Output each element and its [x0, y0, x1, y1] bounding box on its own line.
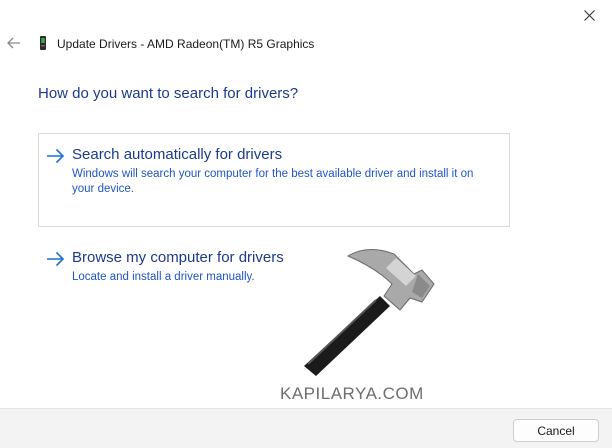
back-button[interactable]	[4, 33, 24, 53]
title-bar	[0, 0, 612, 30]
dialog-footer: Cancel	[0, 408, 612, 448]
window-title: Update Drivers - AMD Radeon(TM) R5 Graph…	[57, 37, 315, 51]
option-description: Windows will search your computer for th…	[72, 168, 474, 195]
graphics-card-icon	[40, 36, 46, 50]
watermark-text: KAPILARYA.COM	[280, 384, 424, 403]
back-arrow-icon	[7, 37, 20, 49]
page-heading: How do you want to search for drivers?	[38, 85, 299, 102]
hammer-icon	[304, 249, 435, 376]
close-button[interactable]	[566, 0, 612, 30]
cancel-button[interactable]: Cancel	[513, 419, 599, 442]
watermark: KAPILARYA.COM	[272, 244, 452, 408]
search-automatically-option[interactable]: Search automatically for drivers Windows…	[38, 133, 510, 227]
right-arrow-icon	[47, 251, 65, 267]
right-arrow-icon	[47, 148, 65, 164]
option-title: Search automatically for drivers	[72, 146, 283, 163]
close-icon	[583, 9, 595, 21]
